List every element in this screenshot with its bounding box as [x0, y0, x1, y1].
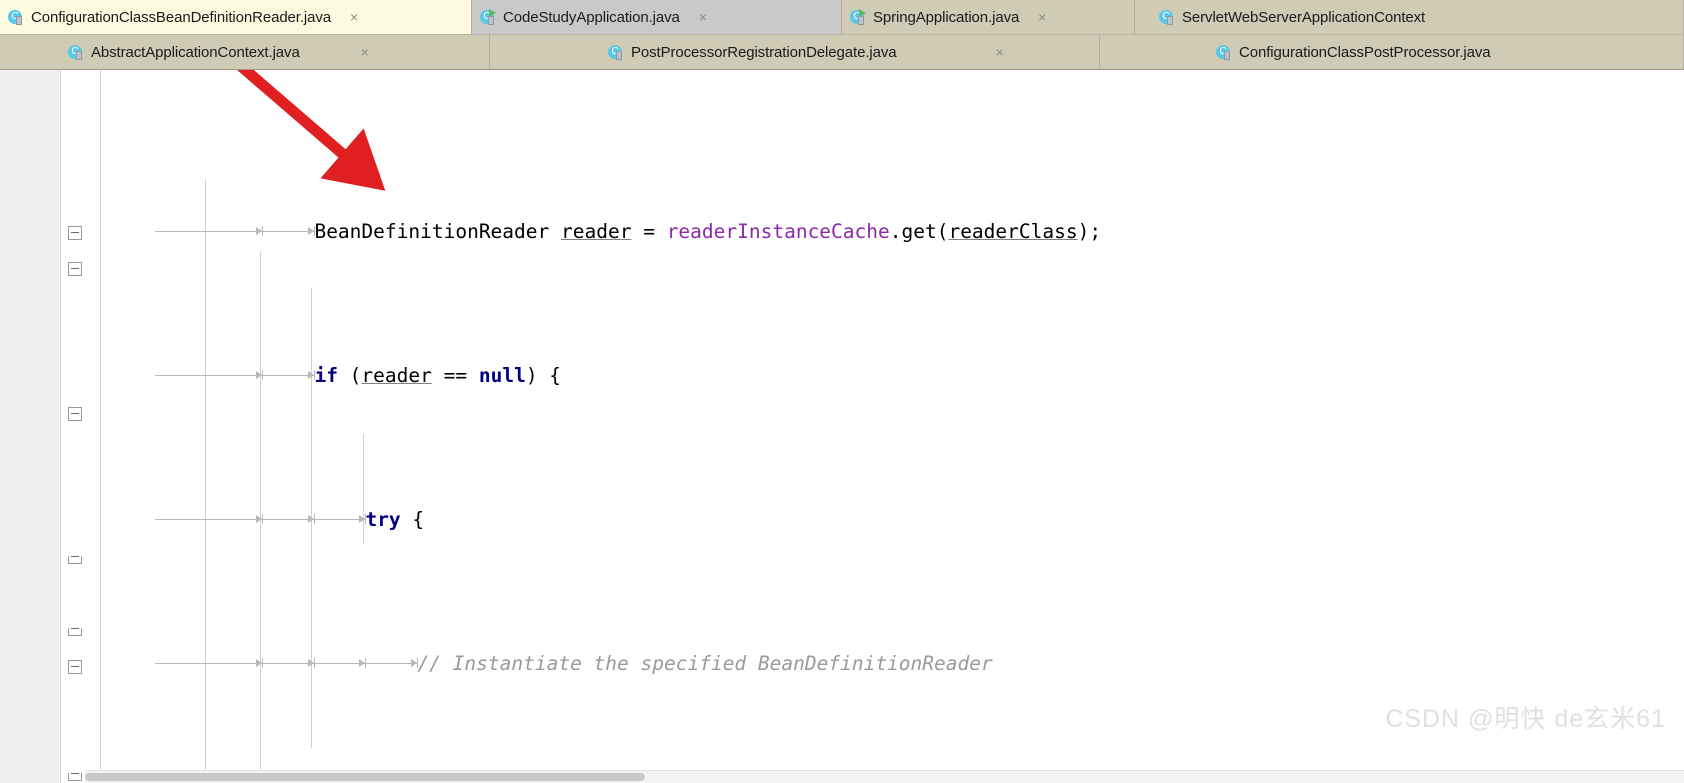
- java-class-icon: C: [68, 44, 85, 61]
- fold-marker-end-try[interactable]: [68, 624, 83, 639]
- code-editor[interactable]: BeanDefinitionReader reader = readerInst…: [0, 70, 1684, 783]
- code-line: // Instantiate the specified BeanDefinit…: [85, 610, 1684, 675]
- java-class-icon: C: [608, 44, 625, 61]
- java-runnable-class-icon: C: [480, 8, 497, 26]
- code-content[interactable]: BeanDefinitionReader reader = readerInst…: [85, 70, 1684, 783]
- tab-close-icon[interactable]: ×: [358, 44, 372, 60]
- tab-label: CodeStudyApplication.java: [503, 8, 680, 26]
- tab-label: SpringApplication.java: [873, 8, 1020, 26]
- horizontal-scrollbar[interactable]: [85, 770, 1684, 783]
- java-class-icon: C: [8, 9, 25, 26]
- tab-close-icon[interactable]: ×: [993, 44, 1007, 60]
- fold-marker-catch[interactable]: [68, 660, 83, 675]
- tab-close-icon[interactable]: ×: [1035, 9, 1049, 25]
- code-line: BeanDefinitionReader reader = readerInst…: [85, 178, 1684, 243]
- watermark-text: CSDN @明快 de玄米61: [1385, 705, 1666, 733]
- tab-close-icon[interactable]: ×: [347, 9, 361, 25]
- editor-fold-strip[interactable]: [61, 70, 85, 783]
- fold-marker-end-catch[interactable]: [68, 769, 83, 783]
- editor-tab-bar-row-2: C AbstractApplicationContext.java × C Po…: [0, 35, 1684, 70]
- editor-gutter[interactable]: [0, 70, 61, 783]
- editor-tab-bar-row-1: C ConfigurationClassBeanDefinitionReader…: [0, 0, 1684, 35]
- java-class-icon: C: [1159, 9, 1176, 26]
- java-class-icon: C: [1216, 44, 1233, 61]
- code-line: try {: [85, 466, 1684, 531]
- tab-servlet-web-server-application-context[interactable]: C ServletWebServerApplicationContext ×: [1135, 0, 1684, 34]
- tab-label: AbstractApplicationContext.java: [91, 43, 300, 61]
- tab-configuration-class-bean-definition-reader[interactable]: C ConfigurationClassBeanDefinitionReader…: [0, 0, 472, 34]
- tab-label: ServletWebServerApplicationContext: [1182, 8, 1426, 26]
- fold-marker-if-instanceof[interactable]: [68, 407, 83, 422]
- tab-label: ConfigurationClassPostProcessor.java: [1239, 43, 1491, 61]
- fold-marker-if-reader-null[interactable]: [68, 226, 83, 241]
- tab-abstract-application-context[interactable]: C AbstractApplicationContext.java ×: [0, 35, 490, 69]
- fold-marker-try[interactable]: [68, 262, 83, 277]
- code-line: if (reader == null) {: [85, 322, 1684, 387]
- tab-close-icon[interactable]: ×: [696, 9, 710, 25]
- tab-spring-application[interactable]: C SpringApplication.java ×: [842, 0, 1135, 34]
- tab-configuration-class-post-processor[interactable]: C ConfigurationClassPostProcessor.java: [1100, 35, 1684, 69]
- java-runnable-class-icon: C: [850, 8, 867, 26]
- tab-post-processor-registration-delegate[interactable]: C PostProcessorRegistrationDelegate.java…: [490, 35, 1100, 69]
- tab-label: ConfigurationClassBeanDefinitionReader.j…: [31, 8, 332, 26]
- scrollbar-thumb[interactable]: [85, 773, 645, 781]
- tab-label: PostProcessorRegistrationDelegate.java: [631, 43, 897, 61]
- tab-code-study-application[interactable]: C CodeStudyApplication.java ×: [472, 0, 842, 34]
- fold-marker-end-if-instanceof[interactable]: [68, 552, 83, 567]
